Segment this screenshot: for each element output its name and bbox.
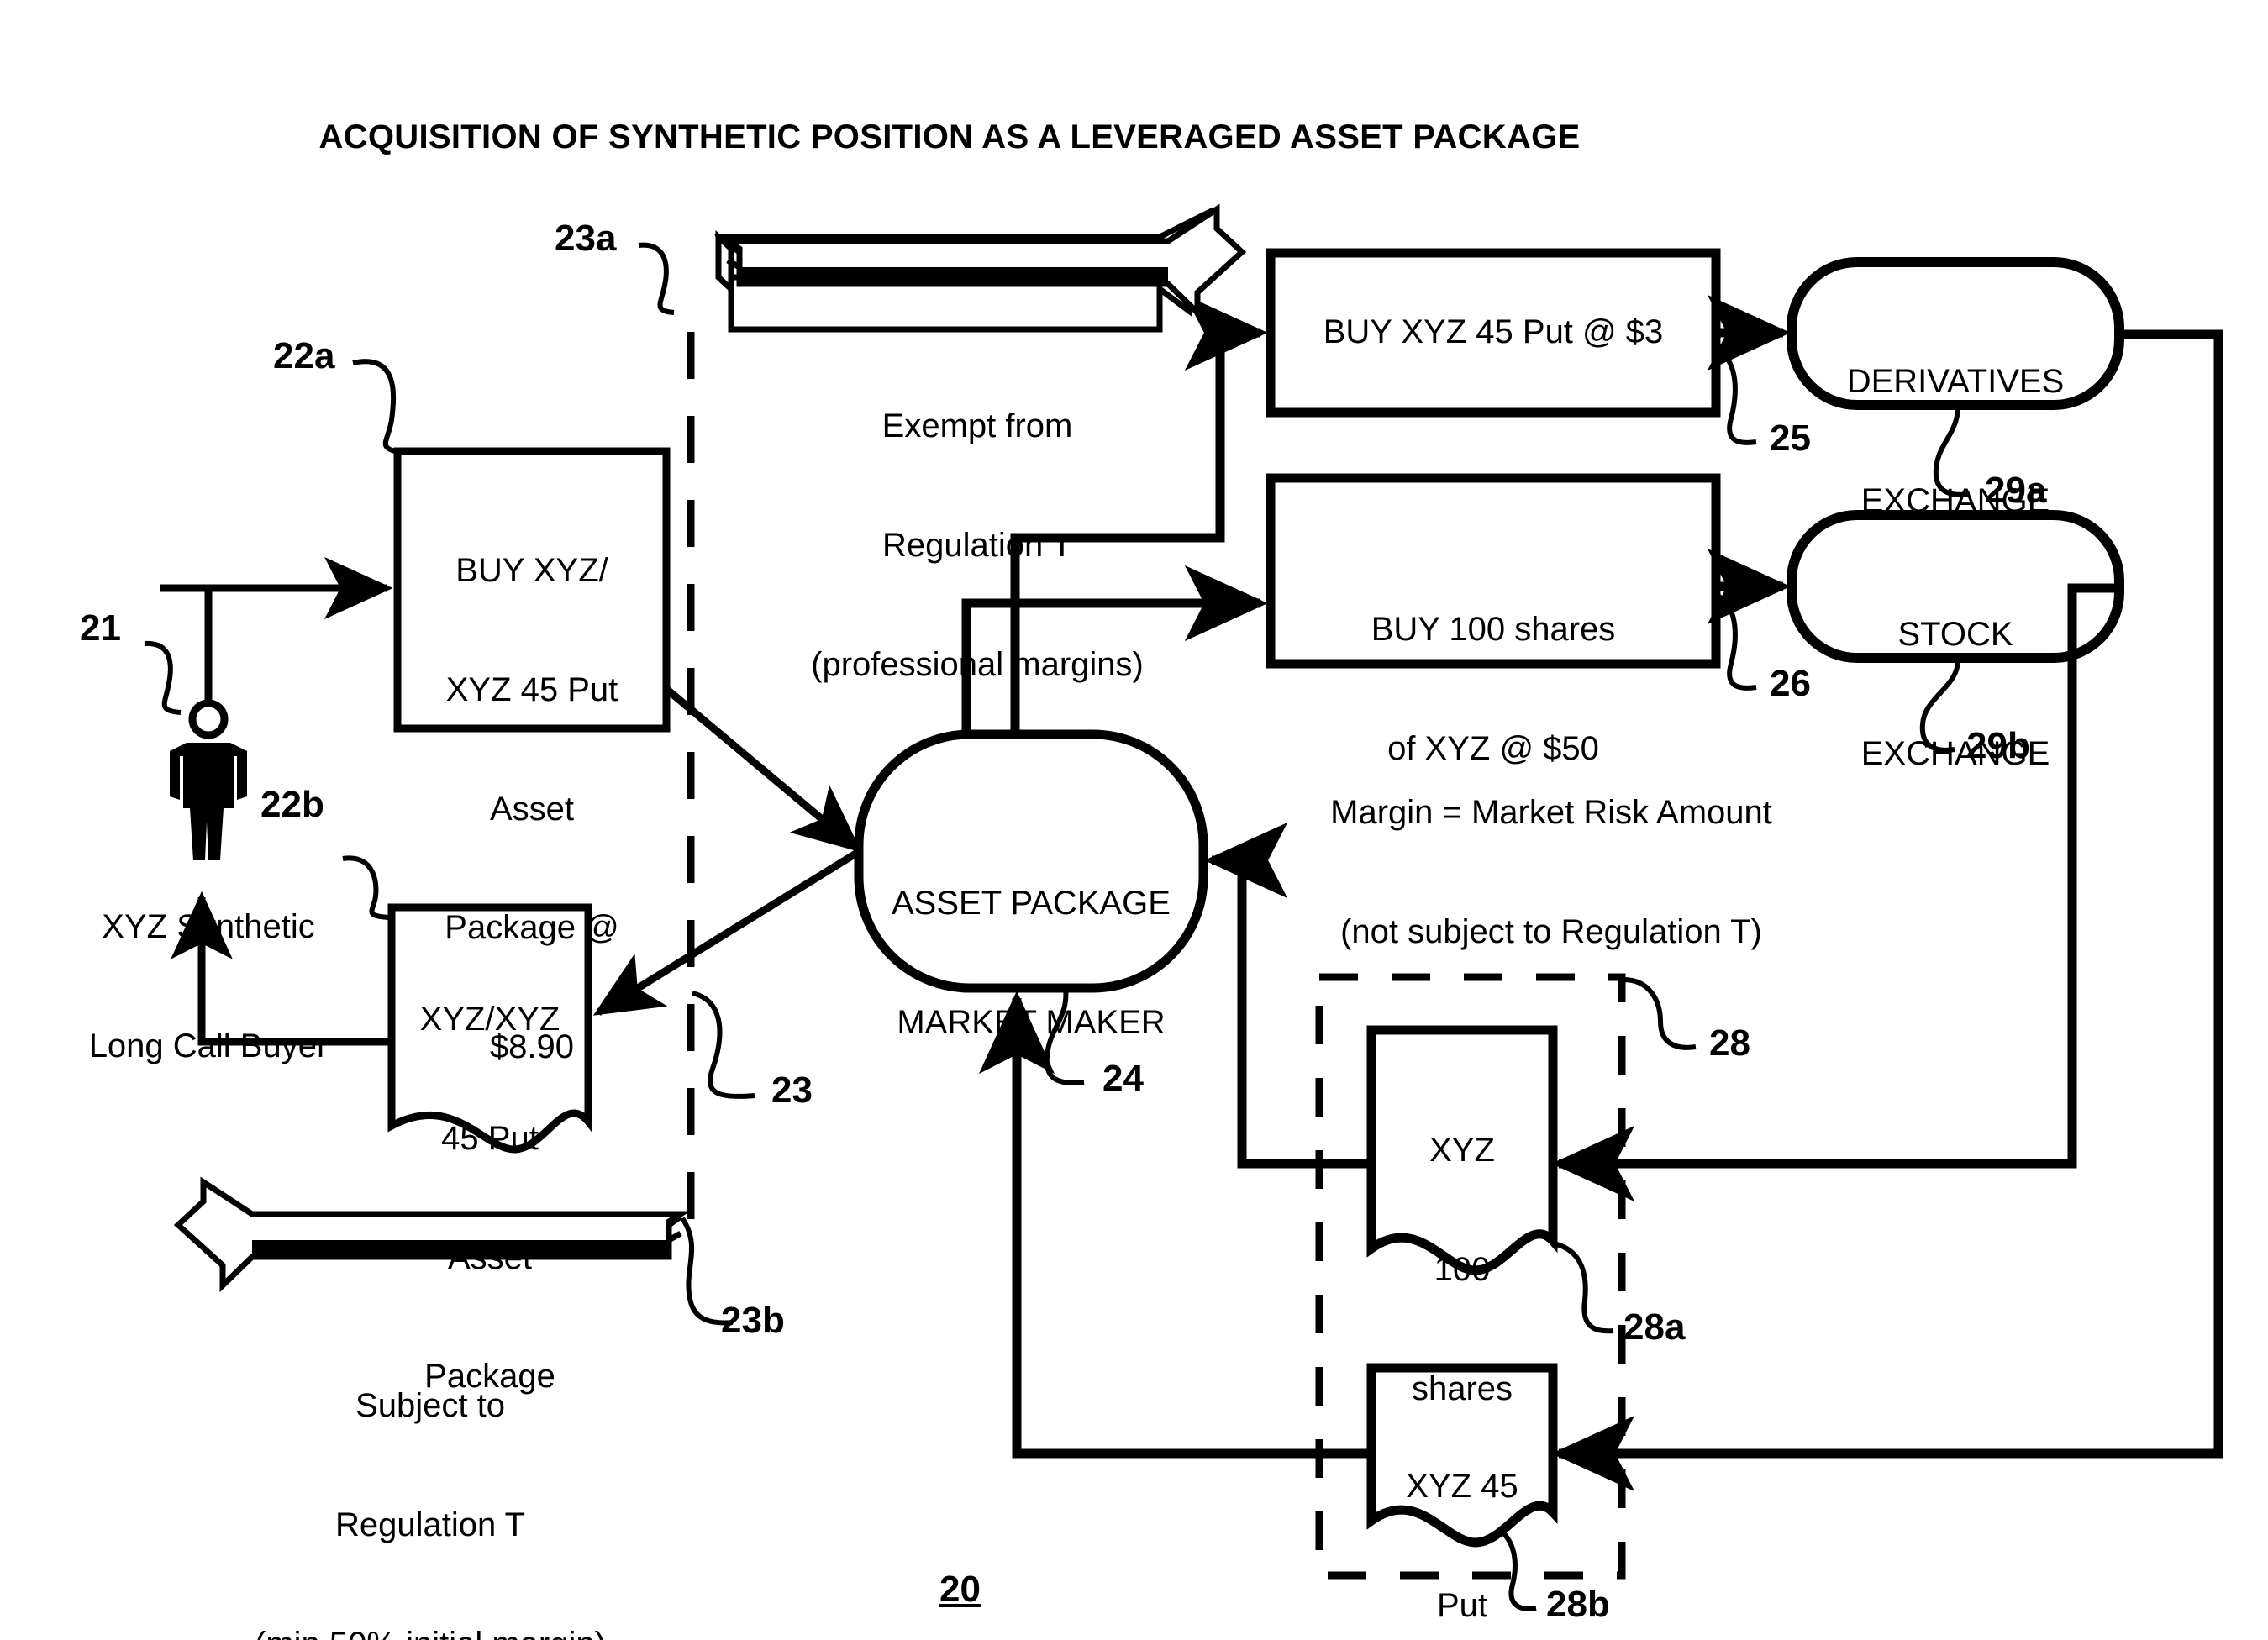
actor-caption-line1: XYZ Synthetic bbox=[102, 908, 315, 946]
subject-annotation: Subject to Regulation T (min 50% initial… bbox=[170, 1307, 691, 1640]
shares-doc-line2: 100 bbox=[1434, 1250, 1491, 1288]
ref-21: 21 bbox=[80, 607, 121, 649]
ref-25: 25 bbox=[1770, 418, 1811, 459]
ref-23a: 23a bbox=[555, 218, 617, 259]
shares-doc-line1: XYZ bbox=[1429, 1132, 1495, 1170]
market-maker-text: ASSET PACKAGE MARKET MAKER bbox=[855, 805, 1208, 1122]
delivered-package-line2: 45 Put bbox=[441, 1119, 539, 1157]
buy-shares-line2: of XYZ @ $50 bbox=[1387, 729, 1599, 767]
ref-28: 28 bbox=[1709, 1022, 1750, 1064]
exempt-3d-arrow bbox=[714, 203, 1247, 333]
lead-28a bbox=[1552, 1241, 1614, 1334]
put-doc-line1: XYZ 45 bbox=[1406, 1468, 1518, 1506]
buy-shares-box-text: BUY 100 shares of XYZ @ $50 bbox=[1275, 531, 1712, 849]
lead-21 bbox=[144, 640, 182, 715]
order-package-line1: BUY XYZ/ bbox=[455, 552, 608, 590]
derivatives-exchange-line2: EXCHANGE bbox=[1860, 481, 2050, 519]
stock-exchange-text: STOCK EXCHANGE bbox=[1779, 536, 2132, 854]
market-maker-line2: MARKET MAKER bbox=[897, 1003, 1166, 1041]
ref-23: 23 bbox=[771, 1070, 813, 1111]
subject-line2: Regulation T bbox=[334, 1506, 526, 1543]
order-package-line3: Asset bbox=[489, 790, 575, 828]
buy-put-box-text: BUY XYZ 45 Put @ $3 bbox=[1323, 313, 1664, 350]
margin-line2: (not subject to Regulation T) bbox=[1340, 912, 1762, 950]
lead-22a bbox=[352, 359, 397, 454]
order-package-line2: XYZ 45 Put bbox=[445, 670, 618, 708]
exempt-line3: (professional margins) bbox=[811, 645, 1144, 683]
figure-title: ACQUISITION OF SYNTHETIC POSITION AS A L… bbox=[318, 118, 1581, 155]
ref-28a: 28a bbox=[1623, 1306, 1686, 1348]
stock-exchange-line2: EXCHANGE bbox=[1860, 734, 2050, 772]
patent-figure-canvas: ACQUISITION OF SYNTHETIC POSITION AS A L… bbox=[0, 0, 2268, 1640]
delivered-package-line3: Asset bbox=[447, 1238, 533, 1276]
actor-caption-line2: Long Call Buyer bbox=[88, 1027, 329, 1064]
ref-29a: 29a bbox=[1985, 470, 2047, 511]
ref-29b: 29b bbox=[1966, 725, 2030, 766]
subject-line3: (min 50% initial margin) bbox=[170, 1625, 691, 1640]
put-document-text: XYZ 45 Put bbox=[1366, 1388, 1559, 1640]
ref-23b: 23b bbox=[721, 1300, 785, 1341]
delivered-package-line1: XYZ/XYZ bbox=[419, 1001, 560, 1038]
ref-28b: 28b bbox=[1546, 1584, 1610, 1625]
lead-26 bbox=[1718, 594, 1757, 691]
actor-caption: XYZ Synthetic Long Call Buyer bbox=[32, 828, 385, 1146]
stock-exchange-line1: STOCK bbox=[1897, 616, 2013, 654]
market-maker-line1: ASSET PACKAGE bbox=[892, 885, 1171, 922]
subject-line1: Subject to bbox=[355, 1387, 505, 1425]
figure-number: 20 bbox=[939, 1569, 981, 1610]
lead-25 bbox=[1718, 349, 1757, 445]
exempt-line1: Exempt from bbox=[881, 407, 1073, 445]
lead-23a bbox=[638, 242, 675, 315]
ref-22a: 22a bbox=[273, 335, 335, 376]
exempt-line2: Regulation T bbox=[881, 526, 1073, 564]
buy-shares-line1: BUY 100 shares bbox=[1371, 611, 1616, 649]
exempt-annotation: Exempt from Regulation T (professional m… bbox=[742, 328, 1213, 764]
derivatives-exchange-line1: DERIVATIVES bbox=[1846, 363, 2065, 401]
put-doc-line2: Put bbox=[1436, 1586, 1488, 1624]
ref-22b: 22b bbox=[260, 784, 324, 825]
ref-26: 26 bbox=[1770, 663, 1811, 704]
ref-24: 24 bbox=[1102, 1058, 1144, 1099]
lead-23 bbox=[692, 991, 755, 1099]
